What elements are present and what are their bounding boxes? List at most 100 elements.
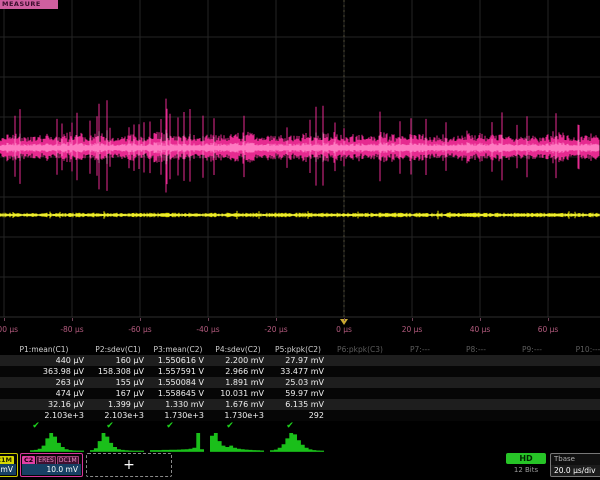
- measurement-cell: 32.16 µV: [0, 399, 88, 410]
- measurement-cell: [448, 410, 504, 421]
- hd-bits-label: 12 Bits: [506, 466, 546, 474]
- measurement-cell: [328, 410, 392, 421]
- measurement-cell: 1.330 mV: [148, 399, 208, 410]
- channel-c2-descriptor[interactable]: C2 ERES DC1M 10.0 mV: [20, 453, 83, 477]
- measurement-cell: 292: [268, 410, 328, 421]
- measurement-row: 32.16 µV1.399 µV1.330 mV1.676 mV6.135 mV: [0, 399, 600, 410]
- measurement-row: 474 µV167 µV1.558645 V10.031 mV59.97 mV: [0, 388, 600, 399]
- histicon-p2: [90, 430, 144, 452]
- axis-tick-label: -100 µs: [0, 325, 28, 334]
- measurement-cell: 1.557591 V: [148, 366, 208, 377]
- measurement-cell: [504, 366, 560, 377]
- measurement-cell: [328, 355, 392, 366]
- measurement-cell: 25.03 mV: [268, 377, 328, 388]
- timebase-label: Tbase: [551, 454, 600, 465]
- measurement-cell: 1.558645 V: [148, 388, 208, 399]
- measurement-cell: [504, 399, 560, 410]
- measurement-cell: 263 µV: [0, 377, 88, 388]
- measurement-cell: 158.308 µV: [88, 366, 148, 377]
- axis-tick: [548, 318, 549, 321]
- measurement-row: 263 µV155 µV1.550084 V1.891 mV25.03 mV: [0, 377, 600, 388]
- axis-tick-label: 40 µs: [456, 325, 504, 334]
- c2-scale-value: 10.0 mV: [22, 464, 81, 475]
- axis-tick: [276, 318, 277, 321]
- axis-tick-label: -60 µs: [116, 325, 164, 334]
- axis-tick-label: -40 µs: [184, 325, 232, 334]
- param-header-p2[interactable]: P2:sdev(C1): [88, 344, 148, 355]
- axis-tick: [140, 318, 141, 321]
- measurement-cell: 474 µV: [0, 388, 88, 399]
- measurement-cell: 2.200 mV: [208, 355, 268, 366]
- measurement-cell: 59.97 mV: [268, 388, 328, 399]
- axis-tick: [412, 318, 413, 321]
- measurement-cell: [448, 399, 504, 410]
- measurement-cell: 155 µV: [88, 377, 148, 388]
- measurement-cell: [328, 399, 392, 410]
- axis-tick: [208, 318, 209, 321]
- channel-c1-descriptor[interactable]: DC1M 10.0 mV: [0, 453, 18, 477]
- plus-icon: +: [123, 457, 135, 473]
- measurement-cell: [448, 366, 504, 377]
- param-header-p1[interactable]: P1:mean(C1): [0, 344, 88, 355]
- measurement-cell: 2.103e+3: [88, 410, 148, 421]
- axis-tick-label: -80 µs: [48, 325, 96, 334]
- histicon-p4: [210, 430, 264, 452]
- measurement-cell: 27.97 mV: [268, 355, 328, 366]
- waveform-grid: MEASURE: [0, 0, 600, 318]
- axis-tick-label: -20 µs: [252, 325, 300, 334]
- param-header-p7[interactable]: P7:---: [392, 344, 448, 355]
- measurement-cell: [560, 388, 600, 399]
- measurement-cell: [504, 355, 560, 366]
- axis-tick-label: 60 µs: [524, 325, 572, 334]
- axis-tick: [344, 318, 345, 321]
- descriptor-bar: DC1M 10.0 mV C2 ERES DC1M 10.0 mV + HD 1…: [0, 452, 600, 480]
- measurement-cell: 2.966 mV: [208, 366, 268, 377]
- axis-tick: [480, 318, 481, 321]
- measurement-cell: [448, 355, 504, 366]
- measurement-cell: 1.676 mV: [208, 399, 268, 410]
- waveform-traces: [0, 0, 600, 318]
- hd-badge: HD: [506, 453, 546, 464]
- measurement-cell: 1.550084 V: [148, 377, 208, 388]
- measurement-cell: [392, 399, 448, 410]
- measurement-table: P1:mean(C1)P2:sdev(C1)P3:mean(C2)P4:sdev…: [0, 344, 600, 432]
- measurement-cell: 33.477 mV: [268, 366, 328, 377]
- histicon-p3: [150, 430, 204, 452]
- oscilloscope-screen: MEASURE -100 µs -80 µs -60 µs -40 µs -20 µs 0…: [0, 0, 600, 480]
- add-trace-button[interactable]: +: [86, 453, 172, 477]
- axis-tick: [72, 318, 73, 321]
- measurement-cell: [560, 377, 600, 388]
- param-header-p5[interactable]: P5:pkpk(C2): [268, 344, 328, 355]
- measurement-cell: 1.730e+3: [148, 410, 208, 421]
- measurement-cell: [328, 366, 392, 377]
- measurement-cell: 6.135 mV: [268, 399, 328, 410]
- measurement-cell: [504, 410, 560, 421]
- timebase-descriptor[interactable]: Tbase 20.0 µs/div: [550, 453, 600, 477]
- measurement-cell: 1.891 mV: [208, 377, 268, 388]
- measurement-cell: 2.103e+3: [0, 410, 88, 421]
- param-header-p4[interactable]: P4:sdev(C2): [208, 344, 268, 355]
- param-header-p3[interactable]: P3:mean(C2): [148, 344, 208, 355]
- measurement-cell: [328, 388, 392, 399]
- measurement-cell: 440 µV: [0, 355, 88, 366]
- param-header-p9[interactable]: P9:---: [504, 344, 560, 355]
- top-left-trace-label: MEASURE: [0, 0, 58, 9]
- hd-mode-indicator[interactable]: HD 12 Bits: [506, 453, 546, 479]
- param-header-p6[interactable]: P6:pkpk(C3): [328, 344, 392, 355]
- measurement-cell: 1.550616 V: [148, 355, 208, 366]
- measurement-cell: [328, 377, 392, 388]
- param-header-p10[interactable]: P10:---: [560, 344, 600, 355]
- axis-tick: [4, 318, 5, 321]
- measurement-cell: [560, 366, 600, 377]
- axis-tick-label: 0 µs: [320, 325, 368, 334]
- measurement-cell: [392, 377, 448, 388]
- measurement-cell: 10.031 mV: [208, 388, 268, 399]
- measurement-row: 2.103e+32.103e+31.730e+31.730e+3292: [0, 410, 600, 421]
- measurement-cell: 363.98 µV: [0, 366, 88, 377]
- histicon-p1: [30, 430, 84, 452]
- measurement-row: 363.98 µV158.308 µV1.557591 V2.966 mV33.…: [0, 366, 600, 377]
- param-header-p8[interactable]: P8:---: [448, 344, 504, 355]
- measurement-cell: 167 µV: [88, 388, 148, 399]
- measurement-cell: [560, 399, 600, 410]
- timebase-scale-value: 20.0 µs/div: [551, 465, 600, 476]
